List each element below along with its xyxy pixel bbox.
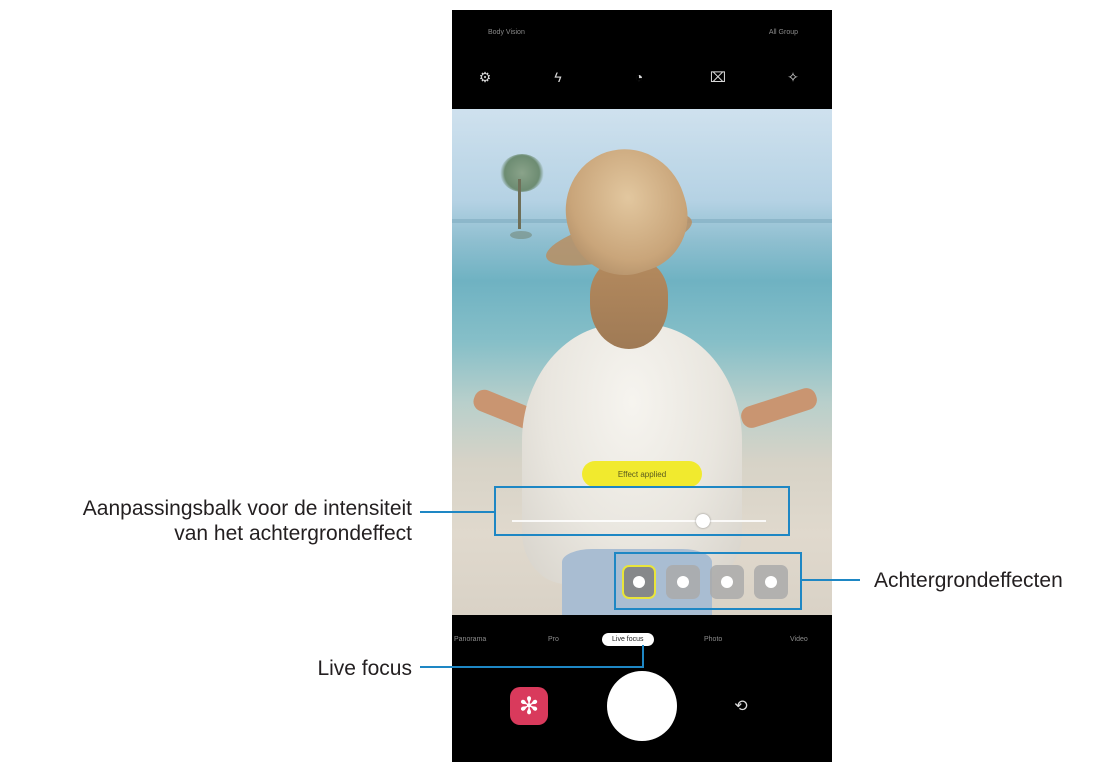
aspect-ratio-icon[interactable]: ⌧ — [707, 66, 729, 88]
effects-callout-box — [614, 552, 802, 610]
mode-live-focus[interactable]: Live focus — [602, 633, 654, 646]
livefocus-callout-label: Live focus — [317, 657, 412, 680]
tree-trunk — [518, 179, 521, 229]
slider-callout-label-line2: van het achtergrondeffect — [174, 522, 412, 545]
mode-video[interactable]: Video — [790, 636, 808, 643]
subject-hat — [549, 133, 703, 290]
slider-callout-line — [420, 511, 494, 513]
status-left-text: Body Vision — [488, 29, 525, 36]
effects-callout-line — [800, 579, 860, 581]
subject-shirt — [522, 324, 742, 584]
effects-callout-label: Achtergrondeffecten — [874, 569, 1063, 592]
camera-top-toolbar: ⚙ ϟ ◔ ⌧ ✧ — [452, 60, 832, 94]
status-right-text: All Group — [768, 29, 798, 36]
bottom-controls: ✻ ⟲ — [452, 665, 832, 762]
bixby-vision-button[interactable]: ✻ — [510, 687, 548, 725]
effect-applied-label: Effect applied — [582, 461, 702, 487]
status-bar: Body Vision All Group — [452, 10, 832, 55]
shutter-button[interactable] — [607, 671, 677, 741]
camera-viewfinder[interactable]: Effect applied — [452, 109, 832, 615]
tree-crown — [500, 154, 544, 192]
mode-photo[interactable]: Photo — [704, 636, 722, 643]
bixby-icon: ✻ — [518, 692, 540, 720]
mode-pro[interactable]: Pro — [548, 636, 559, 643]
slider-callout-label: Aanpassingsbalk voor de intensiteit van … — [83, 496, 412, 546]
slider-callout-box — [494, 486, 790, 536]
livefocus-callout-line — [420, 666, 644, 668]
switch-camera-button[interactable]: ⟲ — [726, 691, 756, 721]
mode-panorama[interactable]: Panorama — [454, 636, 486, 643]
slider-callout-label-line1: Aanpassingsbalk voor de intensiteit — [82, 497, 412, 520]
settings-icon[interactable]: ⚙ — [474, 66, 496, 88]
filter-icon[interactable]: ✧ — [782, 66, 804, 88]
flash-icon[interactable]: ϟ — [547, 66, 569, 88]
timer-icon[interactable]: ◔ — [628, 66, 650, 88]
tree-reflection — [510, 231, 532, 239]
livefocus-callout-vline — [642, 645, 644, 667]
subject-right-arm — [738, 385, 820, 431]
switch-camera-icon: ⟲ — [734, 698, 748, 715]
